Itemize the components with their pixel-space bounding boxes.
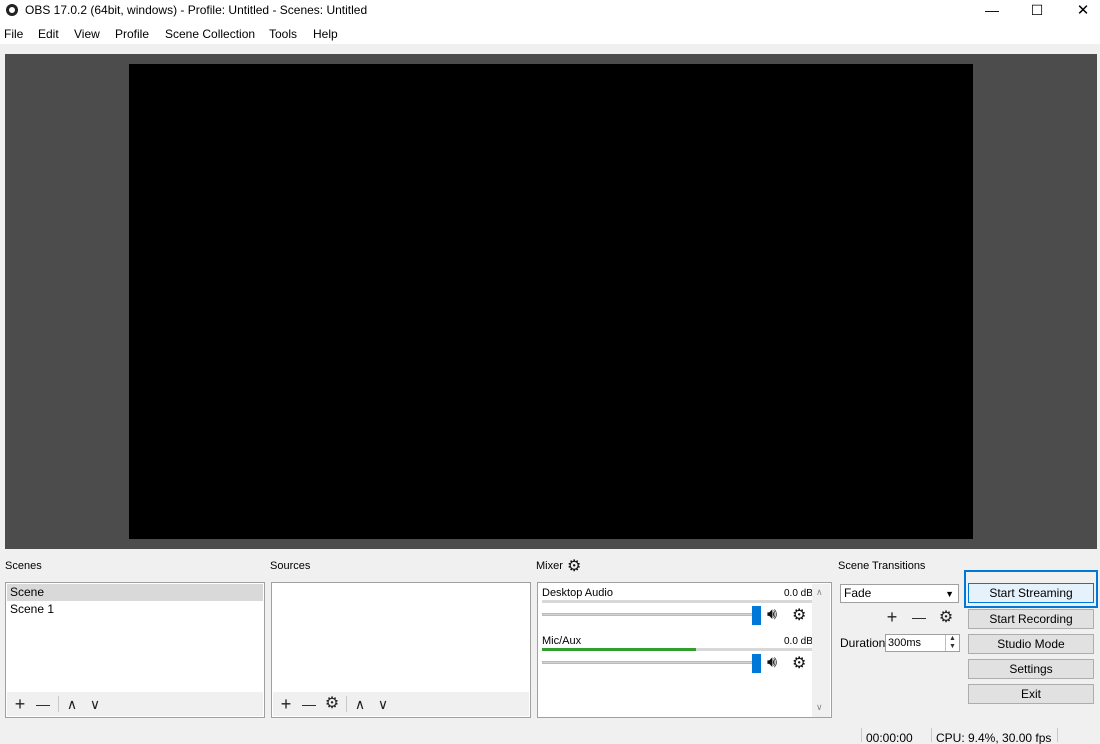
menu-profile[interactable]: Profile	[115, 27, 149, 41]
scene-list-item[interactable]: Scene 1	[7, 601, 263, 618]
spin-arrows-icon[interactable]: ▲ ▼	[945, 635, 959, 651]
toolbar-separator	[58, 696, 59, 712]
transition-select[interactable]: Fade ▼	[840, 584, 959, 603]
add-transition-button[interactable]: +	[881, 607, 903, 627]
volume-slider-track[interactable]	[542, 613, 760, 616]
scenes-list[interactable]: Scene Scene 1 + — ∧ ∨	[5, 582, 265, 718]
obs-main-window: OBS 17.0.2 (64bit, windows) - Profile: U…	[0, 0, 1100, 744]
status-cpu: CPU: 9.4%, 30.00 fps	[936, 731, 1052, 744]
menu-tools[interactable]: Tools	[269, 27, 297, 41]
window-title: OBS 17.0.2 (64bit, windows) - Profile: U…	[25, 3, 368, 17]
scenes-toolbar: + — ∧ ∨	[7, 692, 263, 716]
move-source-up-button[interactable]: ∧	[350, 695, 370, 713]
preview-canvas[interactable]	[129, 64, 973, 539]
move-scene-up-button[interactable]: ∧	[62, 695, 82, 713]
volume-meter	[542, 648, 812, 651]
start-recording-button[interactable]: Start Recording	[968, 609, 1094, 629]
speaker-icon[interactable]: 🔊︎	[767, 606, 777, 624]
menu-bar: File Edit View Profile Scene Collection …	[0, 22, 1100, 44]
start-streaming-button[interactable]: Start Streaming	[964, 570, 1098, 608]
exit-button[interactable]: Exit	[968, 684, 1094, 704]
scene-list-item[interactable]: Scene	[7, 584, 263, 601]
settings-button[interactable]: Settings	[968, 659, 1094, 679]
menu-file[interactable]: File	[4, 27, 23, 41]
sources-list[interactable]: + — ⚙ ∧ ∨	[271, 582, 531, 718]
preview-area	[5, 54, 1097, 549]
remove-scene-button[interactable]: —	[33, 695, 53, 713]
channel-settings-gear-icon[interactable]: ⚙	[792, 605, 806, 625]
remove-source-button[interactable]: —	[299, 695, 319, 713]
source-properties-gear-icon[interactable]: ⚙	[322, 695, 342, 713]
scroll-up-arrow-icon[interactable]: ∧	[816, 587, 823, 598]
mixer-channel-db: 0.0 dB	[784, 588, 813, 599]
menu-help[interactable]: Help	[313, 27, 338, 41]
duration-label: Duration	[840, 636, 886, 650]
status-separator	[861, 728, 862, 742]
add-source-button[interactable]: +	[276, 695, 296, 713]
title-bar: OBS 17.0.2 (64bit, windows) - Profile: U…	[0, 0, 1100, 22]
volume-meter	[542, 600, 812, 603]
mixer-channel-name: Desktop Audio	[542, 587, 613, 599]
scroll-down-arrow-icon[interactable]: ∨	[816, 702, 823, 713]
studio-mode-button[interactable]: Studio Mode	[968, 634, 1094, 654]
transition-properties-gear-icon[interactable]: ⚙	[935, 607, 957, 627]
menu-view[interactable]: View	[74, 27, 100, 41]
mixer-channel-name: Mic/Aux	[542, 635, 582, 647]
duration-value: 300ms	[888, 637, 922, 649]
status-separator	[1057, 728, 1058, 742]
start-streaming-label: Start Streaming	[968, 583, 1094, 603]
move-scene-down-button[interactable]: ∨	[85, 695, 105, 713]
channel-settings-gear-icon[interactable]: ⚙	[792, 653, 806, 673]
speaker-icon[interactable]: 🔊︎	[767, 654, 777, 672]
mixer-panel: Desktop Audio 0.0 dB 🔊︎ ⚙ Mic/Aux 0.0 dB…	[537, 582, 832, 718]
transitions-dock-title: Scene Transitions	[838, 560, 926, 572]
toolbar-separator	[346, 696, 347, 712]
status-separator	[931, 728, 932, 742]
volume-slider-handle[interactable]	[752, 654, 761, 673]
volume-meter-fill	[542, 648, 696, 651]
minimize-button[interactable]: —	[969, 0, 1015, 20]
scenes-dock-title: Scenes	[5, 560, 42, 572]
sources-dock-title: Sources	[270, 560, 311, 572]
move-source-down-button[interactable]: ∨	[373, 695, 393, 713]
maximize-button[interactable]: ☐	[1014, 0, 1060, 20]
volume-slider-track[interactable]	[542, 661, 760, 664]
dropdown-arrow-icon: ▼	[945, 589, 954, 599]
status-bar: 00:00:00 CPU: 9.4%, 30.00 fps	[0, 726, 1100, 744]
mixer-channel-db: 0.0 dB	[784, 636, 813, 647]
obs-logo-icon	[6, 4, 18, 16]
sources-toolbar: + — ⚙ ∧ ∨	[273, 692, 529, 716]
add-scene-button[interactable]: +	[10, 695, 30, 713]
close-button[interactable]: ✕	[1060, 0, 1100, 20]
volume-slider-handle[interactable]	[752, 606, 761, 625]
mixer-settings-gear-icon[interactable]: ⚙	[567, 556, 581, 576]
menu-scene-collection[interactable]: Scene Collection	[165, 27, 255, 41]
menu-edit[interactable]: Edit	[38, 27, 59, 41]
transition-selected-value: Fade	[844, 586, 872, 600]
remove-transition-button[interactable]: —	[908, 607, 930, 627]
duration-spinbox[interactable]: 300ms ▲ ▼	[885, 634, 960, 652]
status-time: 00:00:00	[866, 731, 913, 744]
mixer-scrollbar[interactable]: ∧ ∨	[812, 584, 830, 717]
mixer-dock-title: Mixer	[536, 560, 563, 572]
